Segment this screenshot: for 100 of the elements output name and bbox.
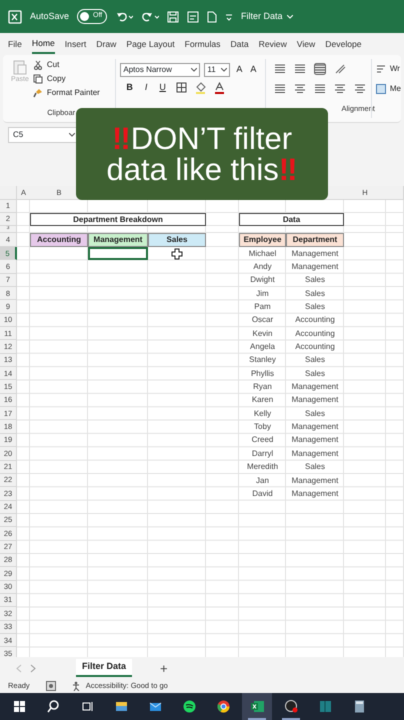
menu-tab[interactable]: File	[8, 34, 22, 54]
chevron-down-icon	[69, 133, 75, 137]
table-cell-text: Management	[290, 488, 340, 500]
cut-button[interactable]: Cut	[32, 59, 100, 71]
table-cell-text: Accounting	[294, 328, 336, 340]
column-header-cell: Department	[286, 233, 344, 247]
align-top-icon[interactable]	[274, 63, 286, 75]
wrap-text-button[interactable]: Wr	[376, 63, 401, 75]
menu-tab[interactable]: Review	[258, 34, 287, 54]
font-color-icon[interactable]	[214, 82, 225, 94]
table-cell-text: Sales	[304, 461, 326, 474]
table-cell-text: Sales	[304, 408, 326, 420]
task-view-icon	[80, 700, 94, 713]
table-cell-text: Stanley	[248, 354, 277, 366]
menu-tab[interactable]: Draw	[96, 34, 116, 54]
spreadsheet-app-icon	[250, 700, 264, 713]
chevron-down-icon	[221, 68, 228, 72]
clipboard-icon	[12, 59, 27, 75]
cursor-cross-icon	[171, 248, 183, 260]
table-cell-text: Toby	[253, 421, 272, 434]
grow-font-button[interactable]: A	[234, 63, 244, 77]
accessibility-icon	[72, 681, 82, 691]
format-painter-button[interactable]: Format Painter	[32, 87, 100, 99]
exclamation-mark: ‼	[278, 154, 298, 185]
add-sheet-button[interactable]: +	[156, 662, 172, 674]
table-cell-text: Dwight	[249, 274, 276, 286]
active-cell[interactable]	[88, 247, 148, 260]
chevron-right-icon[interactable]	[30, 664, 36, 672]
new-file-icon[interactable]	[207, 10, 218, 22]
table-cell-text: Sales	[304, 274, 326, 286]
decrease-indent-icon[interactable]	[334, 83, 346, 95]
table-cell-text: Management	[290, 248, 340, 260]
calculator-icon	[352, 700, 366, 713]
increase-indent-icon[interactable]	[354, 83, 366, 95]
table-cell-text: Phyllis	[250, 368, 276, 380]
table-cell-text: Jan	[255, 474, 270, 487]
app-logo-icon	[8, 10, 22, 24]
menu-tab[interactable]: View	[296, 34, 316, 54]
save-icon[interactable]	[167, 10, 180, 22]
menu-tab[interactable]: Data	[230, 34, 249, 54]
table-cell-text: Kevin	[251, 328, 274, 340]
recorder-icon	[284, 700, 298, 713]
align-right-icon[interactable]	[314, 83, 326, 95]
sheet-tab[interactable]: Filter Data	[76, 659, 132, 677]
font-size-field[interactable]: 11	[204, 63, 230, 77]
table-cell-text: Management	[290, 434, 340, 446]
table-title: Department Breakdown	[30, 213, 206, 226]
table-cell-text: Sales	[304, 288, 326, 300]
file-title-menu[interactable]: Filter Data	[241, 10, 293, 24]
menu-tab[interactable]: Develope	[325, 34, 362, 54]
menu-tab[interactable]: Formulas	[184, 34, 220, 54]
macro-record-icon[interactable]	[46, 681, 56, 691]
chevron-down-icon	[286, 14, 293, 18]
caption-text: data like this	[106, 154, 279, 185]
table-cell-text: Management	[290, 381, 340, 394]
shrink-font-button[interactable]: A	[248, 63, 258, 77]
table-cell-text: Accounting	[294, 341, 336, 354]
table-cell-text: Darryl	[250, 448, 274, 460]
table-cell-text: Sales	[304, 368, 326, 380]
redo-icon[interactable]	[141, 10, 160, 22]
table-cell-text: Management	[290, 421, 340, 434]
table-cell-text: Management	[290, 394, 340, 406]
table-cell-text: David	[251, 488, 274, 500]
menu-tab[interactable]: Insert	[64, 34, 86, 54]
customize-icon[interactable]	[225, 12, 234, 20]
bold-button[interactable]: B	[124, 81, 135, 94]
copy-button[interactable]: Copy	[32, 73, 100, 85]
form-icon[interactable]	[187, 10, 200, 22]
borders-icon[interactable]	[176, 82, 187, 94]
autosave-label: AutoSave	[30, 10, 70, 23]
align-bottom-icon[interactable]	[314, 63, 326, 75]
italic-button[interactable]: I	[142, 81, 150, 94]
table-cell-text: Jim	[255, 288, 270, 300]
browser-icon	[216, 700, 230, 713]
column-header-cell: Employee	[239, 233, 286, 247]
table-cell-text: Management	[290, 474, 340, 487]
align-center-icon[interactable]	[294, 83, 306, 95]
fill-color-icon[interactable]	[194, 82, 206, 94]
table-cell-text: Management	[290, 261, 340, 274]
align-left-icon[interactable]	[274, 83, 286, 95]
table-cell-text: Andy	[252, 261, 273, 274]
align-middle-icon[interactable]	[294, 63, 306, 75]
merge-button[interactable]: Me	[376, 83, 401, 95]
table-cell-text: Pam	[253, 301, 272, 314]
panel-app-icon	[318, 700, 332, 713]
music-app-icon	[182, 700, 196, 713]
table-cell-text: Oscar	[250, 314, 274, 326]
table-cell-text: Sales	[304, 301, 326, 314]
table-cell-text: Angela	[249, 341, 276, 354]
folder-icon	[114, 700, 128, 713]
orientation-icon[interactable]	[334, 63, 348, 75]
scissors-icon	[32, 60, 43, 70]
underline-button[interactable]: U	[157, 81, 168, 94]
undo-icon[interactable]	[115, 10, 134, 22]
font-name-field[interactable]: Aptos Narrow	[120, 63, 200, 77]
brush-icon	[32, 88, 43, 98]
table-cell-text: Creed	[250, 434, 274, 446]
table-cell-text: Management	[290, 448, 340, 460]
table-cell-text: Michael	[248, 248, 278, 260]
menu-tab[interactable]: Page Layout	[126, 34, 175, 54]
